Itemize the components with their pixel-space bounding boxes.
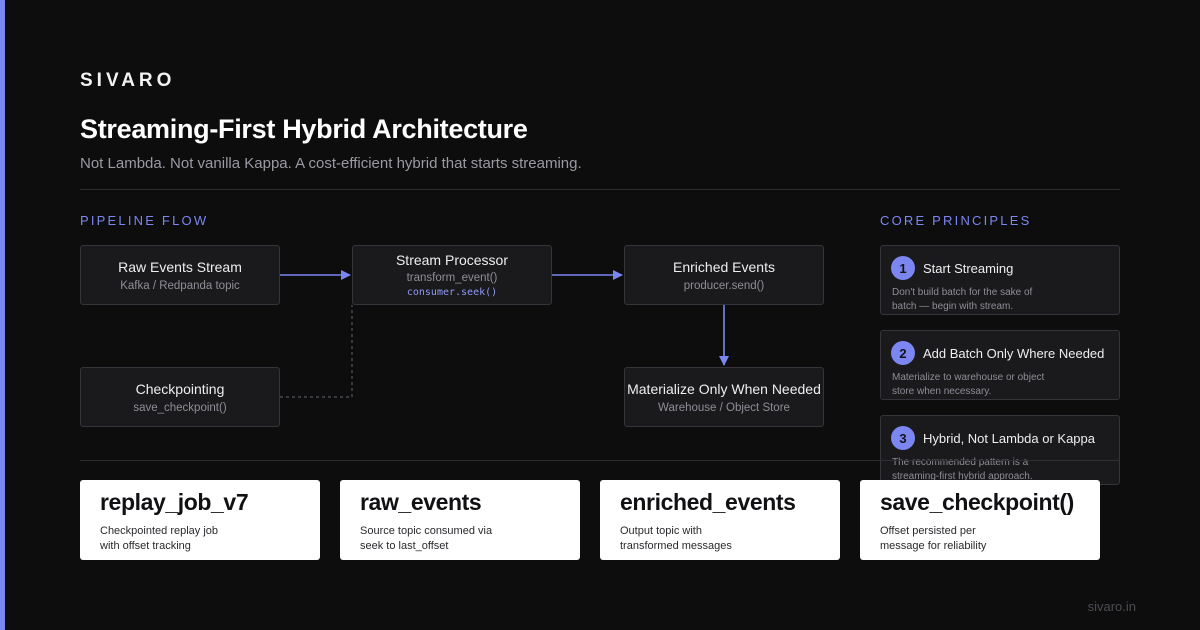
stat-card: raw_events Source topic consumed via see…: [340, 480, 580, 560]
node-subtitle: Warehouse / Object Store: [658, 401, 790, 414]
card-description: Source topic consumed via seek to last_o…: [360, 525, 493, 552]
stat-card: save_checkpoint() Offset persisted per m…: [860, 480, 1100, 560]
footer-url: sivaro.in: [1087, 599, 1136, 614]
pipeline-flow-label: PIPELINE FLOW: [80, 213, 209, 228]
node-code: consumer.seek(): [406, 287, 498, 298]
dashed-checkpoint-link: [280, 305, 353, 398]
principle-description: Materialize to warehouse or object store…: [892, 372, 1045, 397]
node-subtitle: transform_event(): [406, 272, 498, 284]
node-raw-events-stream: Raw Events Stream Kafka / Redpanda topic: [80, 245, 280, 305]
node-materialize: Materialize Only When Needed Warehouse /…: [624, 367, 824, 427]
node-subtitle: Kafka / Redpanda topic: [120, 279, 240, 292]
brand-logo: SIVARO: [80, 70, 176, 91]
node-enriched-events: Enriched Events producer.send(): [624, 245, 824, 305]
card-title: save_checkpoint(): [880, 489, 1074, 515]
principle-card: 2 Add Batch Only Where Needed Materializ…: [880, 330, 1120, 400]
core-principles-label: CORE PRINCIPLES: [880, 213, 1032, 228]
card-title: replay_job_v7: [100, 489, 249, 515]
card-description: Offset persisted per message for reliabi…: [880, 525, 987, 552]
principle-description: Don't build batch for the sake of batch …: [892, 287, 1033, 312]
principle-card: 1 Start Streaming Don't build batch for …: [880, 245, 1120, 315]
page-title: Streaming-First Hybrid Architecture: [80, 114, 528, 144]
node-title: Stream Processor: [395, 252, 509, 268]
page-subtitle: Not Lambda. Not vanilla Kappa. A cost-ef…: [80, 155, 582, 172]
principle-number-badge: 3: [891, 426, 915, 450]
node-subtitle: save_checkpoint(): [133, 401, 227, 414]
node-title: Raw Events Stream: [118, 258, 242, 275]
card-title: raw_events: [360, 489, 482, 515]
divider-middle: [80, 460, 1120, 461]
principle-title: Add Batch Only Where Needed: [923, 346, 1105, 361]
card-description: Checkpointed replay job with offset trac…: [100, 525, 219, 552]
principle-number-badge: 1: [891, 256, 915, 280]
node-title: Enriched Events: [673, 258, 775, 275]
stat-card: enriched_events Output topic with transf…: [600, 480, 840, 560]
node-stream-processor: Stream Processor transform_event() consu…: [352, 245, 552, 305]
node-subtitle: producer.send(): [683, 279, 765, 292]
principle-title: Start Streaming: [923, 261, 1014, 276]
stat-card: replay_job_v7 Checkpointed replay job wi…: [80, 480, 320, 560]
card-description: Output topic with transformed messages: [620, 525, 732, 552]
node-checkpointing: Checkpointing save_checkpoint(): [80, 367, 280, 427]
accent-bar: [0, 0, 5, 630]
principle-card: 3 Hybrid, Not Lambda or Kappa The recomm…: [880, 415, 1120, 485]
divider-top: [80, 189, 1120, 190]
card-title: enriched_events: [620, 489, 796, 515]
node-title: Checkpointing: [135, 380, 225, 397]
principle-title: Hybrid, Not Lambda or Kappa: [923, 431, 1095, 446]
principle-number-badge: 2: [891, 341, 915, 365]
node-title: Materialize Only When Needed: [627, 380, 821, 397]
